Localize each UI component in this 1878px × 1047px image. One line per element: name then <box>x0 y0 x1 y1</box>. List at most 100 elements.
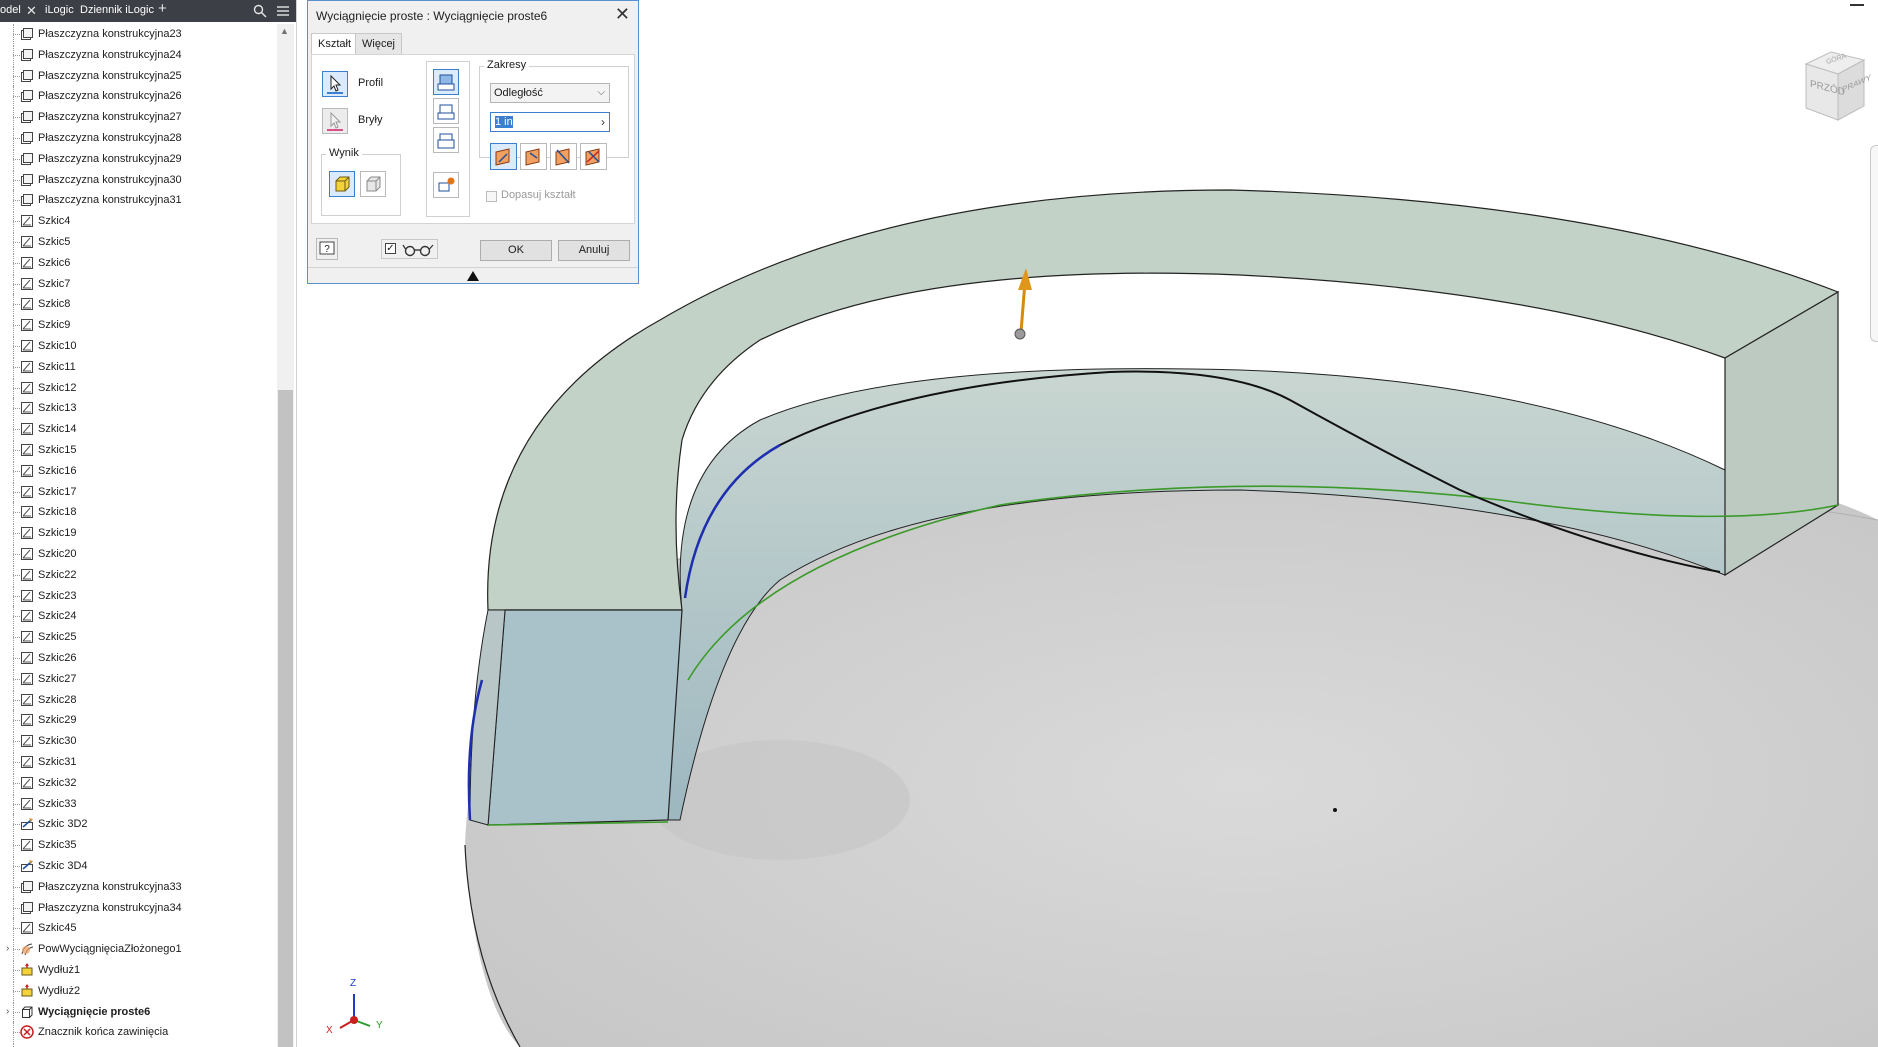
browser-item-label: Płaszczyzna konstrukcyjna25 <box>38 69 182 82</box>
surface-output-button[interactable] <box>360 171 386 197</box>
browser-item[interactable]: Płaszczyzna konstrukcyjna27 <box>0 107 277 128</box>
browser-item-label: Szkic28 <box>38 693 77 706</box>
menu-icon[interactable] <box>276 4 290 21</box>
scroll-up-icon[interactable]: ▲ <box>280 26 289 36</box>
browser-item[interactable]: Szkic 3D4 <box>0 856 277 876</box>
browser-item[interactable]: Szkic18 <box>0 502 277 523</box>
browser-item[interactable]: Płaszczyzna konstrukcyjna26 <box>0 86 277 107</box>
direction-asymmetric-button[interactable] <box>580 143 607 170</box>
browser-item[interactable]: Szkic30 <box>0 731 277 752</box>
browser-item[interactable]: Szkic23 <box>0 585 277 606</box>
browser-item[interactable]: Szkic7 <box>0 273 277 294</box>
browser-item[interactable]: Szkic13 <box>0 398 277 419</box>
distance-input[interactable]: 1 in › <box>490 112 610 132</box>
browser-item[interactable]: Szkic16 <box>0 460 277 481</box>
browser-item[interactable]: Płaszczyzna konstrukcyjna23 <box>0 24 277 44</box>
new-solid-button[interactable] <box>433 172 459 198</box>
checkmark-icon[interactable]: ✓ <box>385 243 396 254</box>
browser-item-label: Szkic5 <box>38 236 71 248</box>
browser-item[interactable]: Szkic25 <box>0 627 277 648</box>
tab-ilogic-log[interactable]: Dziennik iLogic <box>80 4 154 16</box>
browser-item[interactable]: Szkic10 <box>0 336 277 356</box>
browser-item[interactable]: Szkic33 <box>0 793 277 814</box>
browser-item[interactable]: Szkic6 <box>0 252 277 273</box>
triad-y-label: Y <box>376 1020 383 1031</box>
browser-item[interactable]: Szkic17 <box>0 481 277 502</box>
browser-item[interactable]: Szkic20 <box>0 544 277 564</box>
navigation-bar[interactable] <box>1870 145 1878 342</box>
browser-item[interactable]: Szkic27 <box>0 668 277 689</box>
direction-symmetric-button[interactable] <box>550 143 577 170</box>
close-icon[interactable]: ✕ <box>615 4 630 25</box>
browser-item[interactable]: Płaszczyzna konstrukcyjna33 <box>0 876 277 897</box>
browser-item-label: Szkic20 <box>38 548 77 560</box>
browser-item[interactable]: Szkic4 <box>0 211 277 232</box>
browser-item[interactable]: Szkic9 <box>0 315 277 336</box>
browser-item[interactable]: Płaszczyzna konstrukcyjna30 <box>0 169 277 190</box>
ok-button[interactable]: OK <box>480 240 552 261</box>
browser-scroll-thumb[interactable] <box>278 390 293 1047</box>
tree-connector <box>13 554 20 555</box>
browser-item[interactable]: Szkic19 <box>0 523 277 544</box>
browser-item[interactable]: Szkic12 <box>0 377 277 398</box>
cancel-button[interactable]: Anuluj <box>558 240 630 261</box>
browser-item[interactable]: Wydłuż1 <box>0 960 277 980</box>
tree-connector <box>13 179 20 181</box>
browser-item[interactable]: Szkic31 <box>0 752 277 772</box>
browser-item[interactable]: Szkic5 <box>0 232 277 252</box>
expand-chevron-icon[interactable]: › <box>6 939 9 959</box>
browser-item[interactable]: Wydłuż2 <box>0 980 277 1001</box>
browser-item[interactable]: Znacznik końca zawinięcia <box>0 1022 277 1043</box>
browser-item[interactable]: Szkic22 <box>0 564 277 585</box>
expand-chevron-icon[interactable]: › <box>6 1002 9 1022</box>
browser-item[interactable]: Szkic8 <box>0 294 277 315</box>
extent-type-select[interactable]: Odległość ⌵ <box>490 83 610 103</box>
browser-item[interactable]: Płaszczyzna konstrukcyjna28 <box>0 128 277 148</box>
tab-ilogic[interactable]: iLogic <box>45 4 74 16</box>
browser-item[interactable]: Podział1 <box>0 1043 277 1047</box>
preview-toggle[interactable]: ✓ <box>381 239 438 259</box>
chevron-right-icon[interactable]: › <box>601 113 605 131</box>
minimize-icon[interactable] <box>1850 4 1864 6</box>
dialog-expand-bar[interactable] <box>308 267 638 284</box>
browser-item[interactable]: Szkic28 <box>0 689 277 710</box>
browser-item-label: Szkic 3D2 <box>38 818 88 831</box>
browser-item[interactable]: Płaszczyzna konstrukcyjna34 <box>0 897 277 918</box>
tab-more[interactable]: Więcej <box>355 33 403 54</box>
intersect-operation-button[interactable] <box>433 127 459 153</box>
browser-item[interactable]: Szkic11 <box>0 356 277 377</box>
help-button[interactable]: ? <box>316 238 338 260</box>
direction-flipped-button[interactable] <box>520 143 547 170</box>
solid-output-button[interactable] <box>329 171 355 197</box>
sketch3d-icon <box>20 817 34 831</box>
browser-item[interactable]: Szkic35 <box>0 835 277 856</box>
tab-shape[interactable]: Kształt <box>311 33 359 54</box>
profile-select-button[interactable] <box>322 71 348 97</box>
solids-select-button[interactable] <box>322 108 348 134</box>
join-operation-button[interactable] <box>433 69 459 95</box>
browser-item[interactable]: Szkic15 <box>0 440 277 460</box>
cut-operation-button[interactable] <box>433 98 459 124</box>
browser-item[interactable]: › Wyciągnięcie proste6 <box>0 1001 277 1022</box>
browser-item[interactable]: Szkic14 <box>0 419 277 440</box>
browser-item[interactable]: Płaszczyzna konstrukcyjna31 <box>0 190 277 211</box>
sketch-icon <box>20 672 34 686</box>
browser-item[interactable]: Szkic24 <box>0 606 277 627</box>
browser-item[interactable]: Płaszczyzna konstrukcyjna29 <box>0 148 277 169</box>
search-icon[interactable] <box>253 4 267 21</box>
match-shape-checkbox[interactable] <box>486 191 497 202</box>
browser-item[interactable]: Szkic32 <box>0 772 277 793</box>
browser-item[interactable]: › PowWyciągnięciaZłożonego1 <box>0 939 277 960</box>
viewcube[interactable]: PRZÓD PRAWY GÓRA <box>1796 46 1871 126</box>
direction-default-button[interactable] <box>490 143 517 170</box>
browser-item[interactable]: Płaszczyzna konstrukcyjna25 <box>0 65 277 86</box>
browser-item[interactable]: Szkic29 <box>0 710 277 731</box>
tree-connector <box>13 678 20 680</box>
close-tab-icon[interactable]: ✕ <box>26 4 37 18</box>
add-tab-icon[interactable]: + <box>158 1 167 16</box>
browser-item[interactable]: Szkic26 <box>0 648 277 668</box>
tab-model[interactable]: odel <box>0 4 21 16</box>
browser-item[interactable]: Szkic45 <box>0 918 277 939</box>
browser-item[interactable]: Płaszczyzna konstrukcyjna24 <box>0 44 277 65</box>
browser-item[interactable]: Szkic 3D2 <box>0 814 277 835</box>
